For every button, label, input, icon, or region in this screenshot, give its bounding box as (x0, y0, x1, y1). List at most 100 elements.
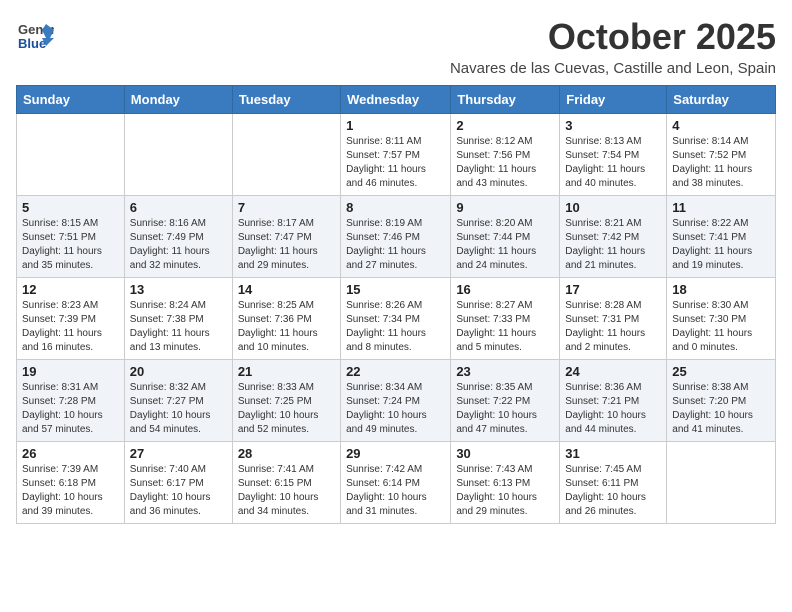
day-info: Sunrise: 8:21 AM Sunset: 7:42 PM Dayligh… (565, 217, 661, 273)
day-number: 18 (672, 282, 770, 297)
day-number: 26 (22, 446, 119, 461)
header-sunday: Sunday (17, 86, 125, 114)
day-info: Sunrise: 8:35 AM Sunset: 7:22 PM Dayligh… (456, 381, 554, 437)
day-number: 28 (238, 446, 335, 461)
day-info: Sunrise: 8:24 AM Sunset: 7:38 PM Dayligh… (130, 299, 227, 355)
calendar-cell: 21Sunrise: 8:33 AM Sunset: 7:25 PM Dayli… (232, 360, 340, 442)
day-info: Sunrise: 8:23 AM Sunset: 7:39 PM Dayligh… (22, 299, 119, 355)
calendar-cell: 23 Sunrise: 8:35 AM Sunset: 7:22 PM Dayli… (451, 360, 560, 442)
calendar-cell: 12 Sunrise: 8:23 AM Sunset: 7:39 PM Dayli… (17, 278, 125, 360)
calendar-cell: 14 Sunrise: 8:25 AM Sunset: 7:36 PM Dayli… (232, 278, 340, 360)
calendar-cell (17, 114, 125, 196)
day-number: 10 (565, 200, 661, 215)
calendar-cell (667, 442, 776, 524)
calendar-cell: 8 Sunrise: 8:19 AM Sunset: 7:46 PM Daylig… (341, 196, 451, 278)
day-info: Sunrise: 8:11 AM Sunset: 7:57 PM Dayligh… (346, 135, 445, 191)
day-info: Sunrise: 8:20 AM Sunset: 7:44 PM Dayligh… (456, 217, 554, 273)
day-info: Sunrise: 8:38 AM Sunset: 7:20 PM Dayligh… (672, 381, 770, 437)
day-number: 5 (22, 200, 119, 215)
calendar-cell: 9 Sunrise: 8:20 AM Sunset: 7:44 PM Daylig… (451, 196, 560, 278)
day-number: 2 (456, 118, 554, 133)
calendar-week-1: 5 Sunrise: 8:15 AM Sunset: 7:51 PM Daylig… (17, 196, 776, 278)
calendar-cell: 28 Sunrise: 7:41 AM Sunset: 6:15 PM Dayli… (232, 442, 340, 524)
day-number: 11 (672, 200, 770, 215)
day-info: Sunrise: 7:39 AM Sunset: 6:18 PM Dayligh… (22, 463, 119, 519)
calendar-week-0: 1 Sunrise: 8:11 AM Sunset: 7:57 PM Daylig… (17, 114, 776, 196)
day-info: Sunrise: 8:15 AM Sunset: 7:51 PM Dayligh… (22, 217, 119, 273)
page-header: General Blue October 2025 Navares de las… (16, 16, 776, 77)
day-number: 3 (565, 118, 661, 133)
calendar-cell: 11 Sunrise: 8:22 AM Sunset: 7:41 PM Dayli… (667, 196, 776, 278)
calendar-cell: 2 Sunrise: 8:12 AM Sunset: 7:56 PM Daylig… (451, 114, 560, 196)
day-number: 30 (456, 446, 554, 461)
day-info: Sunrise: 8:19 AM Sunset: 7:46 PM Dayligh… (346, 217, 445, 273)
calendar-cell: 5 Sunrise: 8:15 AM Sunset: 7:51 PM Daylig… (17, 196, 125, 278)
calendar-cell: 3 Sunrise: 8:13 AM Sunset: 7:54 PM Daylig… (560, 114, 667, 196)
day-number: 27 (130, 446, 227, 461)
day-info: Sunrise: 8:28 AM Sunset: 7:31 PM Dayligh… (565, 299, 661, 355)
day-number: 22 (346, 364, 445, 379)
header-friday: Friday (560, 86, 667, 114)
calendar-week-2: 12 Sunrise: 8:23 AM Sunset: 7:39 PM Dayli… (17, 278, 776, 360)
calendar-cell: 24Sunrise: 8:36 AM Sunset: 7:21 PM Dayli… (560, 360, 667, 442)
day-info: Sunrise: 8:30 AM Sunset: 7:30 PM Dayligh… (672, 299, 770, 355)
day-info: Sunrise: 7:42 AM Sunset: 6:14 PM Dayligh… (346, 463, 445, 519)
calendar-cell: 15 Sunrise: 8:26 AM Sunset: 7:34 PM Dayli… (341, 278, 451, 360)
title-block: October 2025 Navares de las Cuevas, Cast… (450, 16, 776, 77)
day-info: Sunrise: 8:22 AM Sunset: 7:41 PM Dayligh… (672, 217, 770, 273)
day-info: Sunrise: 8:12 AM Sunset: 7:56 PM Dayligh… (456, 135, 554, 191)
calendar-cell: 16 Sunrise: 8:27 AM Sunset: 7:33 PM Dayli… (451, 278, 560, 360)
day-number: 14 (238, 282, 335, 297)
day-number: 20 (130, 364, 227, 379)
day-number: 4 (672, 118, 770, 133)
day-number: 13 (130, 282, 227, 297)
day-info: Sunrise: 7:40 AM Sunset: 6:17 PM Dayligh… (130, 463, 227, 519)
calendar-week-3: 19Sunrise: 8:31 AM Sunset: 7:28 PM Dayli… (17, 360, 776, 442)
calendar-cell: 6 Sunrise: 8:16 AM Sunset: 7:49 PM Daylig… (124, 196, 232, 278)
day-number: 15 (346, 282, 445, 297)
header-thursday: Thursday (451, 86, 560, 114)
day-info: Sunrise: 8:13 AM Sunset: 7:54 PM Dayligh… (565, 135, 661, 191)
calendar-cell: 31Sunrise: 7:45 AM Sunset: 6:11 PM Dayli… (560, 442, 667, 524)
day-info: Sunrise: 8:26 AM Sunset: 7:34 PM Dayligh… (346, 299, 445, 355)
day-number: 6 (130, 200, 227, 215)
day-number: 12 (22, 282, 119, 297)
day-number: 8 (346, 200, 445, 215)
day-number: 16 (456, 282, 554, 297)
calendar-cell: 7Sunrise: 8:17 AM Sunset: 7:47 PM Daylig… (232, 196, 340, 278)
calendar-cell: 1 Sunrise: 8:11 AM Sunset: 7:57 PM Daylig… (341, 114, 451, 196)
calendar-cell: 4 Sunrise: 8:14 AM Sunset: 7:52 PM Daylig… (667, 114, 776, 196)
calendar-header-row: Sunday Monday Tuesday Wednesday Thursday… (17, 86, 776, 114)
calendar-cell: 26 Sunrise: 7:39 AM Sunset: 6:18 PM Dayli… (17, 442, 125, 524)
calendar-cell (232, 114, 340, 196)
day-info: Sunrise: 8:16 AM Sunset: 7:49 PM Dayligh… (130, 217, 227, 273)
day-info: Sunrise: 8:27 AM Sunset: 7:33 PM Dayligh… (456, 299, 554, 355)
day-info: Sunrise: 8:14 AM Sunset: 7:52 PM Dayligh… (672, 135, 770, 191)
day-info: Sunrise: 8:25 AM Sunset: 7:36 PM Dayligh… (238, 299, 335, 355)
day-number: 19 (22, 364, 119, 379)
calendar-week-4: 26 Sunrise: 7:39 AM Sunset: 6:18 PM Dayli… (17, 442, 776, 524)
header-saturday: Saturday (667, 86, 776, 114)
calendar-cell (124, 114, 232, 196)
day-number: 25 (672, 364, 770, 379)
calendar-cell: 30 Sunrise: 7:43 AM Sunset: 6:13 PM Dayli… (451, 442, 560, 524)
calendar-cell: 10 Sunrise: 8:21 AM Sunset: 7:42 PM Dayli… (560, 196, 667, 278)
day-info: Sunrise: 8:36 AM Sunset: 7:21 PM Dayligh… (565, 381, 661, 437)
location-subtitle: Navares de las Cuevas, Castille and Leon… (450, 60, 776, 77)
calendar-cell: 19Sunrise: 8:31 AM Sunset: 7:28 PM Dayli… (17, 360, 125, 442)
day-number: 23 (456, 364, 554, 379)
calendar-cell: 22Sunrise: 8:34 AM Sunset: 7:24 PM Dayli… (341, 360, 451, 442)
day-number: 1 (346, 118, 445, 133)
day-number: 7 (238, 200, 335, 215)
day-number: 9 (456, 200, 554, 215)
day-info: Sunrise: 7:43 AM Sunset: 6:13 PM Dayligh… (456, 463, 554, 519)
day-number: 31 (565, 446, 661, 461)
header-tuesday: Tuesday (232, 86, 340, 114)
calendar-cell: 27 Sunrise: 7:40 AM Sunset: 6:17 PM Dayli… (124, 442, 232, 524)
calendar-cell: 20Sunrise: 8:32 AM Sunset: 7:27 PM Dayli… (124, 360, 232, 442)
day-number: 29 (346, 446, 445, 461)
calendar-cell: 29 Sunrise: 7:42 AM Sunset: 6:14 PM Dayli… (341, 442, 451, 524)
calendar-table: Sunday Monday Tuesday Wednesday Thursday… (16, 85, 776, 524)
day-info: Sunrise: 7:41 AM Sunset: 6:15 PM Dayligh… (238, 463, 335, 519)
calendar-cell: 18 Sunrise: 8:30 AM Sunset: 7:30 PM Dayli… (667, 278, 776, 360)
